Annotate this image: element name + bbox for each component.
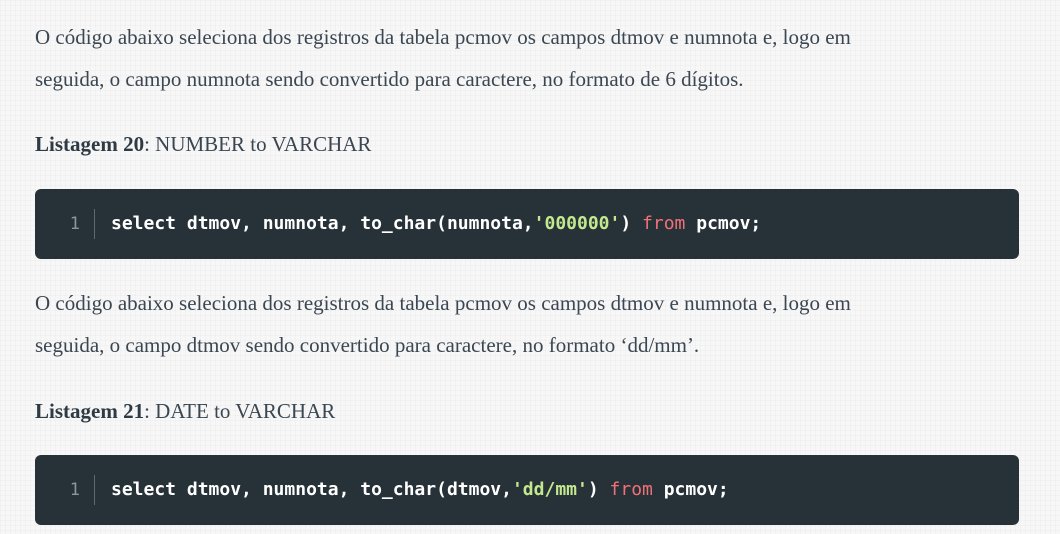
line-number: 1: [35, 475, 95, 505]
paragraph-line: seguida, o campo numnota sendo convertid…: [35, 67, 744, 91]
code-keyword: from: [642, 213, 686, 234]
article-content: O código abaixo seleciona dos registros …: [0, 0, 1060, 534]
listing-caption: Listagem 20: NUMBER to VARCHAR: [35, 130, 371, 158]
listing-title: : DATE to VARCHAR: [144, 399, 336, 423]
listing-caption: Listagem 21: DATE to VARCHAR: [35, 397, 335, 425]
line-number: 1: [35, 209, 95, 239]
paragraph-line: O código abaixo seleciona dos registros …: [35, 25, 851, 49]
code-line[interactable]: select dtmov, numnota, to_char(dtmov,'dd…: [111, 475, 729, 505]
paragraph-intro-number: O código abaixo seleciona dos registros …: [35, 16, 1035, 100]
listing-title: : NUMBER to VARCHAR: [144, 132, 372, 156]
code-line[interactable]: select dtmov, numnota, to_char(numnota,'…: [111, 209, 761, 239]
code-string-literal: 'dd/mm': [511, 479, 588, 500]
code-string-literal: '000000': [533, 213, 621, 234]
code-text: ): [587, 479, 610, 500]
paragraph-intro-date: O código abaixo seleciona dos registros …: [35, 282, 1035, 366]
code-block[interactable]: 1 select dtmov, numnota, to_char(numnota…: [35, 189, 1019, 259]
code-keyword: from: [609, 479, 653, 500]
paragraph-line: seguida, o campo dtmov sendo convertido …: [35, 333, 700, 357]
code-text: pcmov;: [652, 479, 729, 500]
code-text: ): [620, 213, 643, 234]
listing-label: Listagem 20: [35, 132, 145, 156]
code-text: select dtmov, numnota, to_char(numnota,: [111, 213, 534, 234]
listing-label: Listagem 21: [35, 399, 145, 423]
paragraph-line: O código abaixo seleciona dos registros …: [35, 291, 851, 315]
code-block[interactable]: 1 select dtmov, numnota, to_char(dtmov,'…: [35, 455, 1019, 525]
code-text: pcmov;: [685, 213, 762, 234]
code-text: select dtmov, numnota, to_char(dtmov,: [111, 479, 512, 500]
